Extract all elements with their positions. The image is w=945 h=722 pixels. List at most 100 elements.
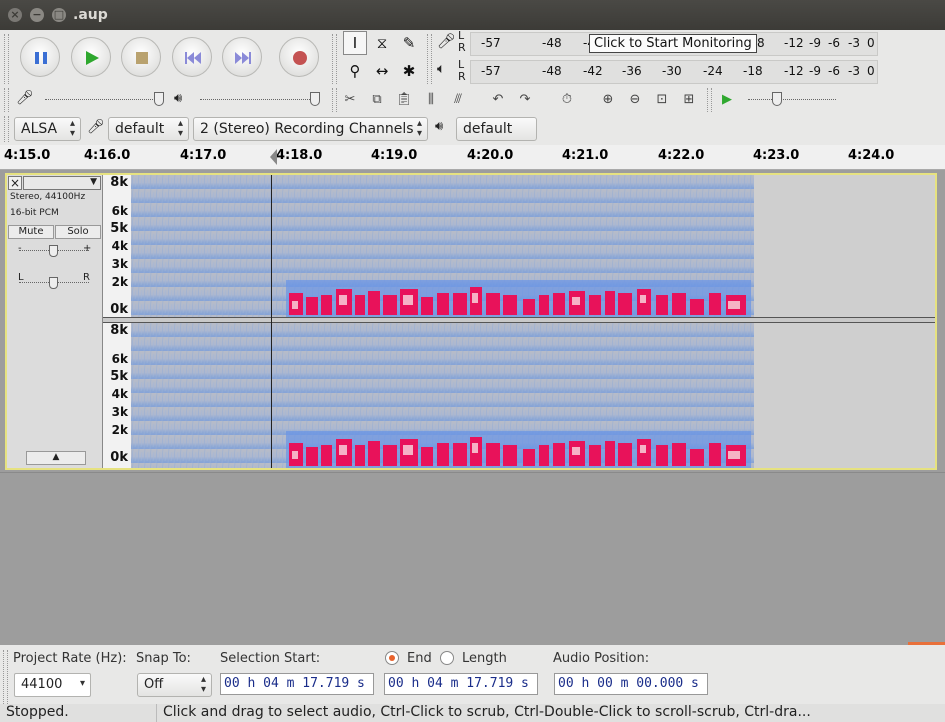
slider-thumb[interactable] — [49, 245, 58, 257]
spectrogram-channel-right[interactable] — [131, 323, 754, 468]
selection-end-field[interactable]: 00 h 04 m 17.719 s — [384, 673, 538, 695]
audio-track[interactable]: × ▼ Stereo, 44100Hz 16-bit PCM Mute Solo… — [5, 173, 937, 470]
trim-icon[interactable]: ⫼ — [420, 88, 442, 110]
status-state: Stopped. — [6, 704, 69, 720]
record-meter-icon[interactable]: 🎤︎ — [437, 32, 456, 50]
solo-button[interactable]: Solo — [55, 225, 101, 239]
minimize-window-button[interactable]: − — [30, 8, 44, 22]
recording-volume-slider[interactable] — [45, 99, 163, 100]
end-radio[interactable] — [385, 651, 399, 665]
start-monitoring-label[interactable]: Click to Start Monitoring — [589, 34, 757, 53]
scale-label: 4k — [111, 387, 128, 401]
audio-position-value: 00 h 00 m 00.000 s — [558, 676, 699, 691]
close-window-button[interactable]: × — [8, 8, 22, 22]
resize-handle[interactable] — [908, 642, 945, 645]
spectrogram-image — [131, 323, 754, 468]
record-meter[interactable]: -57 -48 -42 Click to Start Monitoring 8 … — [470, 32, 878, 56]
meter-tick: 8 — [757, 36, 765, 50]
undo-icon[interactable]: ↶ — [487, 88, 509, 110]
length-radio[interactable] — [440, 651, 454, 665]
stop-button[interactable] — [121, 37, 161, 77]
playback-device-select[interactable]: default — [456, 117, 537, 141]
project-rate-select[interactable]: 44100 ▾ — [14, 673, 91, 697]
ruler-label: 4:21.0 — [562, 148, 609, 163]
skip-start-icon — [185, 52, 201, 64]
timeline-ruler[interactable]: 4:15.0 4:16.0 4:17.0 4:18.0 4:19.0 4:20.… — [0, 145, 945, 170]
toolbar-grip[interactable] — [4, 34, 9, 84]
slider-thumb[interactable] — [310, 92, 320, 106]
sync-lock-icon[interactable]: ⏱ — [556, 88, 578, 110]
slider-thumb[interactable] — [49, 277, 58, 289]
ruler-label: 4:18.0 — [276, 148, 323, 163]
audio-position-field[interactable]: 00 h 00 m 00.000 s — [554, 673, 708, 695]
close-track-button[interactable]: × — [8, 176, 22, 190]
track-area[interactable]: × ▼ Stereo, 44100Hz 16-bit PCM Mute Solo… — [0, 170, 945, 645]
fit-selection-icon[interactable]: ⊡ — [651, 88, 673, 110]
slider-thumb[interactable] — [772, 92, 782, 106]
selection-start-field[interactable]: 00 h 04 m 17.719 s — [220, 673, 374, 695]
updown-arrow-icon: ▴ ▾ — [200, 674, 206, 695]
selection-tool-icon[interactable]: I — [343, 31, 367, 55]
multi-tool-icon[interactable]: ✱ — [397, 59, 421, 83]
skip-to-end-button[interactable] — [222, 37, 262, 77]
ruler-label: 4:22.0 — [658, 148, 705, 163]
track-format-info: Stereo, 44100Hz — [10, 192, 86, 202]
paste-icon[interactable]: 📋︎ — [393, 88, 415, 110]
updown-arrow-icon: ▴ ▾ — [416, 118, 422, 139]
play-button[interactable] — [71, 37, 111, 77]
pause-button[interactable] — [20, 37, 60, 77]
snap-to-select[interactable]: Off ▴ ▾ — [137, 673, 212, 697]
play-speed-slider[interactable] — [748, 99, 836, 100]
slider-thumb[interactable] — [154, 92, 164, 106]
envelope-tool-icon[interactable]: ⧖ — [370, 31, 394, 55]
zoom-tool-icon[interactable]: ⚲ — [343, 59, 367, 83]
playback-volume-slider[interactable] — [200, 99, 320, 100]
copy-icon[interactable]: ⧉ — [366, 88, 388, 110]
audio-host-value: ALSA — [21, 121, 58, 137]
gain-plus-icon: + — [83, 243, 92, 254]
zoom-out-icon[interactable]: ⊖ — [624, 88, 646, 110]
cut-icon[interactable]: ✂ — [339, 88, 361, 110]
playback-meter[interactable]: -57 -48 -42 -36 -30 -24 -18 -12 -9 -6 -3… — [470, 60, 878, 84]
collapse-track-button[interactable]: ▲ — [26, 451, 86, 465]
toolbar-grip[interactable] — [427, 34, 432, 84]
toolbar-grip[interactable] — [3, 650, 8, 704]
toolbar-area: I ⧖ ✎ ⚲ ↔ ✱ 🎤︎ LR -57 -48 -42 Click to S… — [0, 30, 945, 145]
title-bar: × − □ .aup — [0, 0, 945, 30]
meter-tick: -12 — [784, 36, 804, 50]
snap-to-value: Off — [144, 677, 164, 692]
playback-meter-icon[interactable]: 🔈︎ — [437, 61, 445, 77]
spectrogram-image — [131, 175, 754, 317]
redo-icon[interactable]: ↷ — [514, 88, 536, 110]
maximize-window-button[interactable]: □ — [52, 8, 66, 22]
track-menu-button[interactable]: ▼ — [23, 176, 101, 190]
spectrogram-channel-left[interactable] — [131, 175, 754, 317]
toolbar-grip[interactable] — [707, 88, 712, 112]
ruler-label: 4:17.0 — [180, 148, 227, 163]
recording-device-select[interactable]: default ▴ ▾ — [108, 117, 189, 141]
recording-channels-select[interactable]: 2 (Stereo) Recording Channels ▴ ▾ — [193, 117, 428, 141]
meter-right-label: R — [458, 41, 466, 54]
meter-tick: -18 — [743, 64, 763, 78]
skip-to-start-button[interactable] — [172, 37, 212, 77]
zoom-in-icon[interactable]: ⊕ — [597, 88, 619, 110]
updown-arrow-icon: ▴ ▾ — [69, 118, 75, 139]
toolbar-grip[interactable] — [4, 88, 9, 112]
toolbar-grip[interactable] — [4, 116, 9, 142]
playhead-marker-icon[interactable] — [270, 149, 277, 165]
ruler-label: 4:19.0 — [371, 148, 418, 163]
record-button[interactable] — [279, 37, 319, 77]
silence-icon[interactable]: ⫻ — [447, 88, 469, 110]
time-shift-tool-icon[interactable]: ↔ — [370, 59, 394, 83]
toolbar-grip[interactable] — [332, 34, 337, 84]
draw-tool-icon[interactable]: ✎ — [397, 31, 421, 55]
play-at-speed-icon[interactable]: ▶ — [716, 88, 738, 110]
fit-project-icon[interactable]: ⊞ — [678, 88, 700, 110]
mute-button[interactable]: Mute — [8, 225, 54, 239]
toolbar-grip[interactable] — [332, 88, 337, 112]
frequency-scale[interactable]: 8k 6k 5k 4k 3k 2k 0k — [103, 323, 131, 468]
frequency-scale[interactable]: 8k 6k 5k 4k 3k 2k 0k — [103, 175, 131, 317]
meter-tick: 0 — [867, 64, 875, 78]
selection-start-label: Selection Start: — [220, 651, 321, 666]
audio-host-select[interactable]: ALSA ▴ ▾ — [14, 117, 81, 141]
